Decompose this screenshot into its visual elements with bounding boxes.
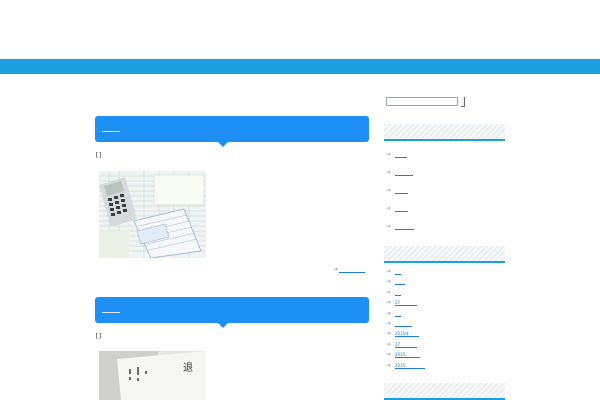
arrow-right-icon: ➔ xyxy=(386,319,392,327)
arrow-right-icon: ➔ xyxy=(386,151,392,158)
post-title-bar[interactable] xyxy=(95,116,369,147)
post-title-bar[interactable] xyxy=(95,297,369,328)
arrow-right-icon: ➔ xyxy=(386,278,392,286)
arrow-right-icon: ➔ xyxy=(386,361,392,369)
widget-header-archives xyxy=(384,246,505,263)
arrow-right-icon: ➔ xyxy=(386,169,392,176)
widget-header-recent-posts xyxy=(384,124,505,141)
post-category-marker: [] xyxy=(95,333,103,340)
arrow-right-icon: ➔ xyxy=(386,205,392,212)
arrow-right-icon: ➔ xyxy=(386,187,392,194)
post-category-marker: [] xyxy=(95,152,103,159)
arrow-right-icon: ➔ xyxy=(386,223,392,230)
svg-text:退: 退 xyxy=(183,362,193,374)
arrow-right-icon: ➔ xyxy=(386,268,392,275)
search-input[interactable] xyxy=(386,97,458,106)
read-more-link[interactable]: ➔ xyxy=(333,266,367,274)
post-thumbnail-calculator[interactable] xyxy=(99,171,206,258)
arrow-right-icon: ➔ xyxy=(386,309,392,317)
post-title-link[interactable] xyxy=(102,307,120,313)
header-band xyxy=(0,59,600,74)
arrow-right-icon: ➔ xyxy=(386,340,392,348)
title-pointer-arrow xyxy=(218,142,228,147)
arrow-right-icon: ➔ xyxy=(386,351,392,359)
arrow-right-icon: ➔ xyxy=(386,330,392,338)
post-title-link[interactable] xyxy=(102,126,120,132)
arrow-right-icon: ➔ xyxy=(386,299,392,307)
arrow-right-icon: ➔ xyxy=(333,266,339,273)
post-thumbnail-document[interactable]: 退 xyxy=(99,351,206,400)
arrow-right-icon: ➔ xyxy=(386,288,392,296)
widget-header-categories xyxy=(384,383,505,400)
title-pointer-arrow xyxy=(218,323,228,328)
search-button[interactable] xyxy=(461,97,465,107)
